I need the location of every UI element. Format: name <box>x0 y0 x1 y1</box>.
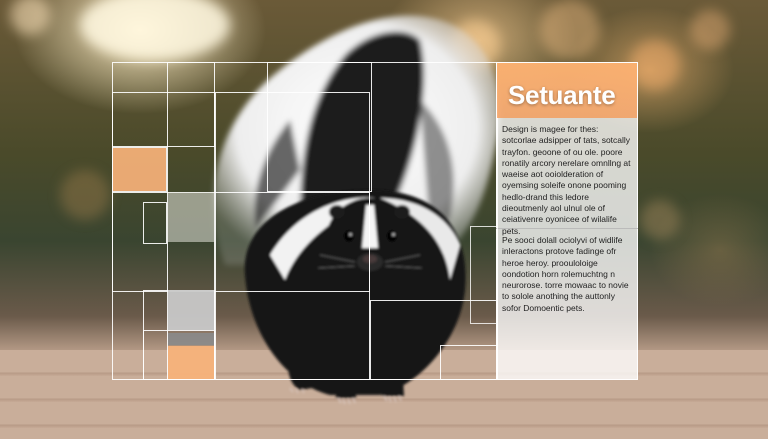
frame-row <box>143 202 167 244</box>
panel-title: Setuante <box>508 80 616 110</box>
swatch-dark-gray <box>168 333 214 345</box>
swatch-light <box>168 192 214 242</box>
swatch-orange <box>113 148 166 191</box>
panel-paragraph-2: Pe sooci dolall ociolyvi of widlife inle… <box>502 235 629 313</box>
frame-row <box>112 92 215 147</box>
panel-paragraph-1: Design is magee for thes: sotcorlae adsi… <box>502 124 631 236</box>
swatch-orange <box>168 346 214 379</box>
swatch-gray <box>168 290 214 330</box>
frame-col <box>267 62 372 192</box>
panel-divider <box>470 226 498 324</box>
